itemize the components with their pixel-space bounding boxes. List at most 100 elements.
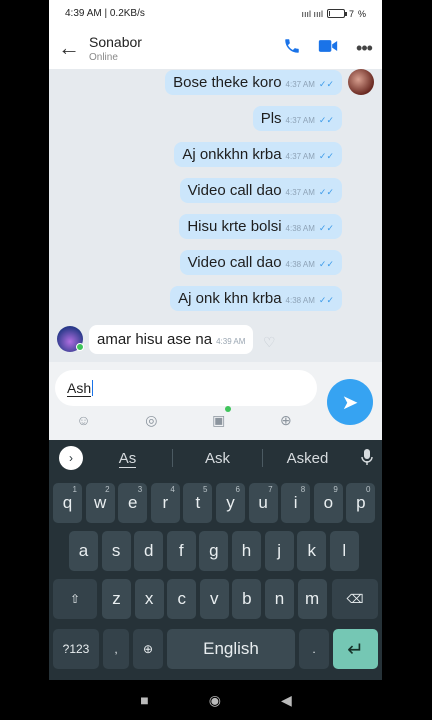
key-hint: 5 bbox=[202, 485, 208, 494]
my-avatar bbox=[348, 69, 374, 95]
contact-avatar[interactable] bbox=[57, 326, 84, 352]
double-check-icon: ✓✓ bbox=[318, 223, 334, 233]
suggestion-bar: › As Ask Asked bbox=[49, 440, 382, 476]
symbols-key[interactable]: ?123 bbox=[53, 629, 99, 669]
key-u[interactable]: u7 bbox=[248, 483, 278, 523]
key-label: e bbox=[127, 493, 138, 512]
key-label: v bbox=[210, 589, 219, 608]
key-p[interactable]: p0 bbox=[346, 483, 376, 523]
key-x[interactable]: x bbox=[134, 579, 164, 619]
key-l[interactable]: l bbox=[329, 531, 359, 571]
add-icon[interactable]: ⊕ bbox=[280, 412, 292, 434]
key-e[interactable]: e3 bbox=[118, 483, 148, 523]
key-s[interactable]: s bbox=[101, 531, 131, 571]
back-arrow-icon[interactable]: ← bbox=[49, 35, 89, 61]
message-time: 4:39 AM bbox=[216, 337, 246, 346]
message-out[interactable]: Video call dao 4:37 AM ✓✓ bbox=[179, 178, 342, 203]
double-check-icon: ✓✓ bbox=[318, 295, 334, 305]
key-q[interactable]: q1 bbox=[53, 483, 82, 523]
message-out[interactable]: Hisu krte bolsi 4:38 AM ✓✓ bbox=[179, 214, 342, 239]
key-i[interactable]: i8 bbox=[281, 483, 311, 523]
message-time: 4:38 AM bbox=[285, 260, 315, 269]
key-hint: 2 bbox=[105, 485, 110, 494]
chat-area[interactable]: Bose theke koro 4:37 AM ✓✓ Pls 4:37 AM ✓… bbox=[49, 69, 382, 362]
back-icon[interactable]: ◀ bbox=[281, 692, 292, 709]
key-w[interactable]: w2 bbox=[85, 483, 115, 523]
composer: Ash ➤ ☺ ◎ ▣ ⊕ bbox=[49, 362, 382, 440]
status-time: 4:39 AM bbox=[65, 8, 102, 19]
key-label: o bbox=[323, 493, 334, 512]
enter-key[interactable]: ↵ bbox=[333, 629, 378, 669]
key-label: p bbox=[356, 493, 366, 512]
send-icon[interactable]: ➤ bbox=[327, 379, 373, 425]
space-bar[interactable]: English bbox=[167, 629, 295, 669]
heart-icon[interactable]: ♡ bbox=[263, 334, 276, 351]
key-hint: 7 bbox=[268, 485, 273, 494]
shift-key[interactable]: ⇧ bbox=[53, 579, 97, 619]
key-label: s bbox=[111, 541, 121, 560]
key-label: k bbox=[307, 541, 316, 560]
message-time: 4:37 AM bbox=[285, 152, 315, 161]
key-m[interactable]: m bbox=[297, 579, 327, 619]
mic-icon[interactable] bbox=[352, 448, 382, 468]
key-d[interactable]: d bbox=[134, 531, 164, 571]
video-call-icon[interactable] bbox=[310, 38, 346, 59]
chat-header: ← Sonabor Online ••• bbox=[49, 27, 382, 69]
key-label: . bbox=[312, 642, 316, 656]
status-right: ıııl ıııl 7% bbox=[301, 9, 366, 19]
backspace-key[interactable]: ⌫ bbox=[332, 579, 378, 619]
message-in[interactable]: amar hisu ase na 4:39 AM bbox=[89, 325, 254, 354]
double-check-icon: ✓✓ bbox=[318, 187, 334, 197]
key-r[interactable]: r4 bbox=[150, 483, 180, 523]
key-z[interactable]: z bbox=[102, 579, 131, 619]
key-g[interactable]: g bbox=[199, 531, 229, 571]
key-t[interactable]: t5 bbox=[183, 483, 213, 523]
more-options-icon[interactable]: ••• bbox=[346, 38, 382, 59]
gallery-icon-wrap[interactable]: ▣ bbox=[212, 406, 232, 434]
key-j[interactable]: j bbox=[264, 531, 294, 571]
message-out[interactable]: Video call dao 4:38 AM ✓✓ bbox=[179, 250, 342, 275]
key-label: ⇧ bbox=[69, 592, 81, 606]
message-out[interactable]: Aj onkkhn krba 4:37 AM ✓✓ bbox=[174, 142, 342, 167]
message-out[interactable]: Pls 4:37 AM ✓✓ bbox=[252, 106, 342, 131]
message-text: Video call dao bbox=[187, 182, 282, 199]
key-n[interactable]: n bbox=[265, 579, 294, 619]
key-h[interactable]: h bbox=[232, 531, 261, 571]
message-text: Hisu krte bolsi bbox=[187, 218, 282, 235]
period-key[interactable]: . bbox=[299, 629, 329, 669]
key-o[interactable]: o9 bbox=[313, 483, 343, 523]
suggestion-item[interactable]: As bbox=[83, 449, 172, 468]
key-b[interactable]: b bbox=[232, 579, 262, 619]
key-a[interactable]: a bbox=[69, 531, 98, 571]
camera-icon[interactable]: ◎ bbox=[145, 412, 157, 434]
notification-dot bbox=[225, 406, 232, 412]
key-label: q bbox=[62, 493, 73, 512]
home-icon[interactable]: ◉ bbox=[209, 692, 221, 709]
chevron-right-icon[interactable]: › bbox=[59, 446, 83, 470]
key-v[interactable]: v bbox=[199, 579, 229, 619]
recent-apps-icon[interactable]: ■ bbox=[140, 692, 148, 708]
emoji-icon[interactable]: ☺ bbox=[76, 412, 90, 434]
key-label: f bbox=[178, 541, 184, 560]
message-input[interactable]: Ash bbox=[55, 370, 317, 406]
message-text: Aj onkkhn krba bbox=[182, 146, 282, 163]
battery-fill bbox=[328, 11, 330, 16]
globe-icon[interactable]: ⊕ bbox=[133, 629, 163, 669]
message-out[interactable]: Aj onk khn krba 4:38 AM ✓✓ bbox=[170, 286, 342, 311]
phone-call-icon[interactable] bbox=[274, 37, 310, 60]
contact-info[interactable]: Sonabor Online bbox=[89, 34, 274, 63]
suggestion-item[interactable]: Ask bbox=[173, 450, 262, 467]
status-left: 4:39 AM | 0.2KB/s bbox=[65, 8, 145, 19]
comma-key[interactable]: , bbox=[103, 629, 129, 669]
system-nav-bar: ■ ◉ ◀ bbox=[0, 680, 432, 720]
message-out[interactable]: Bose theke koro 4:37 AM ✓✓ bbox=[165, 70, 342, 95]
message-text: Pls bbox=[260, 110, 282, 127]
key-f[interactable]: f bbox=[166, 531, 196, 571]
key-c[interactable]: c bbox=[167, 579, 197, 619]
key-k[interactable]: k bbox=[297, 531, 327, 571]
key-label: ⌫ bbox=[346, 592, 364, 606]
key-y[interactable]: y6 bbox=[216, 483, 245, 523]
suggestion-item[interactable]: Asked bbox=[263, 450, 352, 467]
message-text: Video call dao bbox=[187, 254, 282, 271]
key-label: English bbox=[203, 639, 259, 658]
